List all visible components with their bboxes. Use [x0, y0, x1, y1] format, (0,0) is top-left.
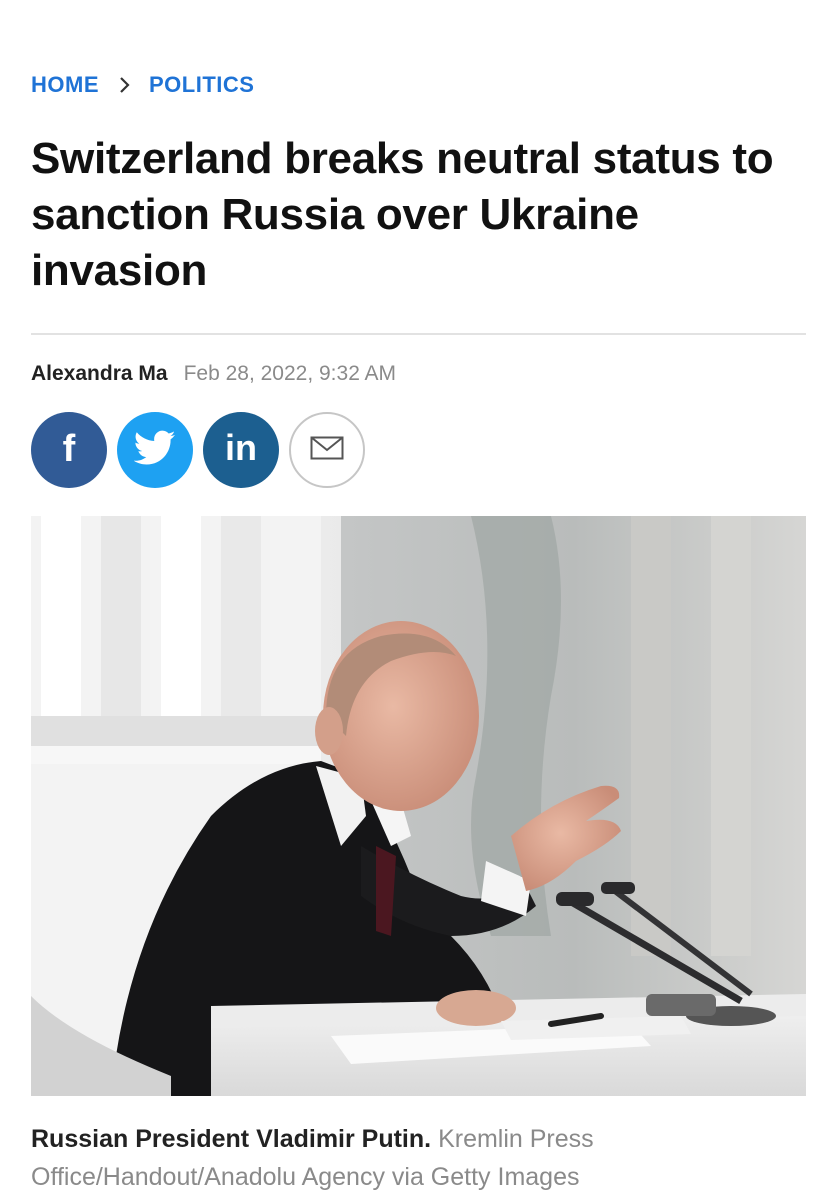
byline: Alexandra Ma Feb 28, 2022, 9:32 AM — [31, 362, 396, 386]
share-bar: f in — [31, 412, 365, 488]
breadcrumb-home-link[interactable]: HOME — [31, 72, 99, 98]
twitter-share-button[interactable] — [117, 412, 193, 488]
facebook-icon: f — [49, 428, 89, 473]
twitter-icon — [133, 430, 176, 471]
caption-text: Russian President Vladimir Putin. — [31, 1125, 432, 1153]
article-page: HOME POLITICS Switzerland breaks neutral… — [0, 0, 835, 1200]
article-title: Switzerland breaks neutral status to san… — [31, 134, 774, 295]
facebook-share-button[interactable]: f — [31, 412, 107, 488]
email-icon — [310, 436, 344, 465]
image-caption: Russian President Vladimir Putin. Kremli… — [31, 1120, 806, 1196]
author-name[interactable]: Alexandra Ma — [31, 362, 168, 386]
email-share-button[interactable] — [289, 412, 365, 488]
linkedin-share-button[interactable]: in — [203, 412, 279, 488]
breadcrumb-politics-link[interactable]: POLITICS — [149, 72, 254, 98]
svg-text:in: in — [225, 428, 257, 468]
svg-text:f: f — [63, 428, 76, 468]
linkedin-icon: in — [216, 427, 266, 473]
publish-date: Feb 28, 2022, 9:32 AM — [183, 362, 397, 385]
breadcrumb: HOME POLITICS — [31, 72, 254, 98]
article-image — [31, 516, 806, 1096]
chevron-right-icon — [119, 76, 131, 94]
divider — [31, 333, 806, 335]
